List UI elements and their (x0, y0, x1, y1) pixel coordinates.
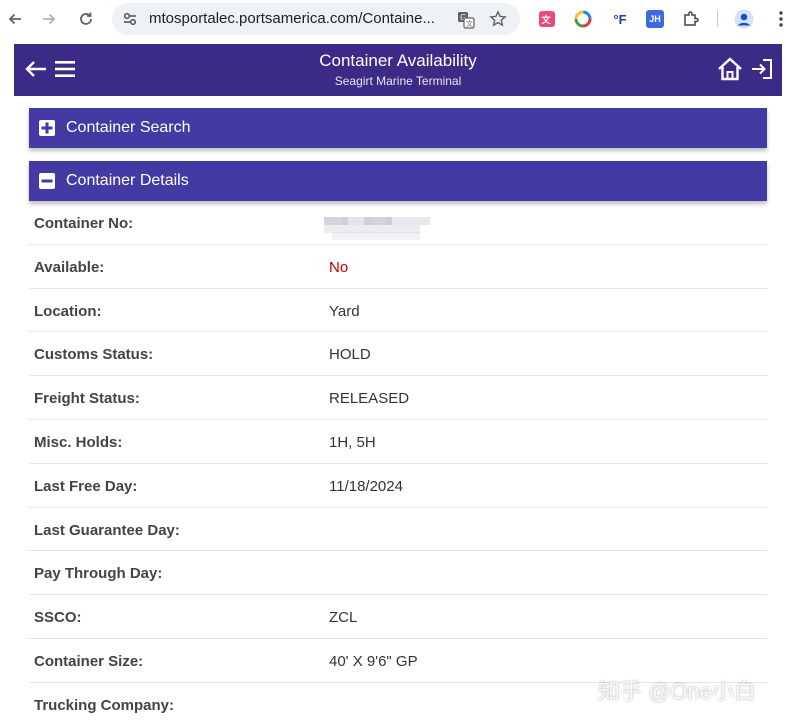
container-search-panel-header[interactable]: Container Search (29, 108, 767, 148)
translate-icon[interactable]: G 文 (457, 11, 475, 29)
detail-row-misc-holds: Misc. Holds: 1H, 5H (29, 420, 767, 464)
terminal-name: Seagirt Marine Terminal (334, 74, 462, 88)
svg-text:文: 文 (466, 19, 473, 28)
detail-row-pay-through-day: Pay Through Day: (29, 551, 767, 596)
container-no-value-redacted (324, 215, 432, 240)
container-search-label: Container Search (66, 119, 191, 136)
back-arrow-icon[interactable] (4, 8, 26, 30)
extension-translate-icon[interactable]: 文 (537, 9, 557, 29)
freight-status-label: Freight Status: (34, 390, 140, 408)
reload-icon[interactable] (75, 8, 97, 30)
forward-arrow-icon[interactable] (38, 8, 60, 30)
detail-row-last-guarantee-day: Last Guarantee Day: (29, 508, 767, 552)
detail-row-last-free-day: Last Free Day: 11/18/2024 (29, 464, 767, 508)
pay-through-day-label: Pay Through Day: (34, 565, 163, 583)
detail-row-ssco: SSCO: ZCL (29, 595, 767, 639)
profile-avatar-icon[interactable] (734, 9, 754, 29)
watermark: 知乎 @One小白 (598, 679, 757, 704)
browser-menu-icon[interactable] (771, 9, 787, 29)
trucking-company-label: Trucking Company: (34, 696, 175, 714)
container-size-label: Container Size: (34, 652, 144, 670)
container-size-value: 40' X 9'6" GP (329, 652, 418, 670)
toolbar-divider (717, 11, 718, 27)
extensions-puzzle-icon[interactable] (681, 9, 701, 29)
misc-holds-value: 1H, 5H (329, 433, 376, 451)
extension-jh-icon[interactable]: JH (645, 9, 665, 29)
address-bar[interactable]: mtosportalec.portsamerica.com/Containe..… (112, 3, 520, 35)
home-icon[interactable] (717, 56, 743, 82)
detail-row-location: Location: Yard (29, 289, 767, 333)
container-details-panel-header[interactable]: Container Details (29, 161, 767, 201)
last-free-day-value: 11/18/2024 (329, 477, 403, 495)
logout-icon[interactable] (751, 58, 773, 80)
available-value: No (329, 258, 349, 276)
available-label: Available: (34, 258, 105, 276)
detail-row-container-no: Container No: (29, 201, 767, 245)
extension-jh-label: JH (646, 10, 664, 28)
url-text[interactable]: mtosportalec.portsamerica.com/Containe..… (149, 11, 449, 27)
customs-status-label: Customs Status: (34, 346, 154, 364)
svg-text:文: 文 (541, 14, 552, 26)
extension-color-icon[interactable] (573, 9, 593, 29)
ssco-label: SSCO: (34, 609, 82, 627)
bookmark-star-icon[interactable] (489, 10, 507, 28)
detail-row-customs-status: Customs Status: HOLD (29, 332, 767, 377)
app-header: Container Availability Seagirt Marine Te… (14, 44, 782, 96)
minus-icon (39, 173, 55, 189)
freight-status-value: RELEASED (329, 390, 410, 408)
detail-row-available: Available: No (29, 245, 767, 289)
browser-toolbar: mtosportalec.portsamerica.com/Containe..… (0, 0, 787, 40)
page-title: Container Availability (319, 51, 477, 70)
site-info-icon[interactable] (122, 11, 138, 27)
last-free-day-label: Last Free Day: (34, 477, 138, 495)
container-details-label: Container Details (66, 172, 189, 189)
customs-status-value: HOLD (329, 346, 371, 364)
extension-weather-icon[interactable]: °F (610, 9, 630, 29)
misc-holds-label: Misc. Holds: (34, 433, 123, 451)
ssco-value: ZCL (329, 609, 358, 627)
last-guarantee-day-label: Last Guarantee Day: (34, 521, 180, 539)
plus-icon (39, 120, 55, 136)
location-label: Location: (34, 302, 102, 320)
location-value: Yard (329, 302, 360, 320)
container-details-table: Container No: Available: No Location: Ya… (29, 201, 767, 720)
detail-row-freight-status: Freight Status: RELEASED (29, 376, 767, 420)
container-no-label: Container No: (34, 215, 134, 232)
